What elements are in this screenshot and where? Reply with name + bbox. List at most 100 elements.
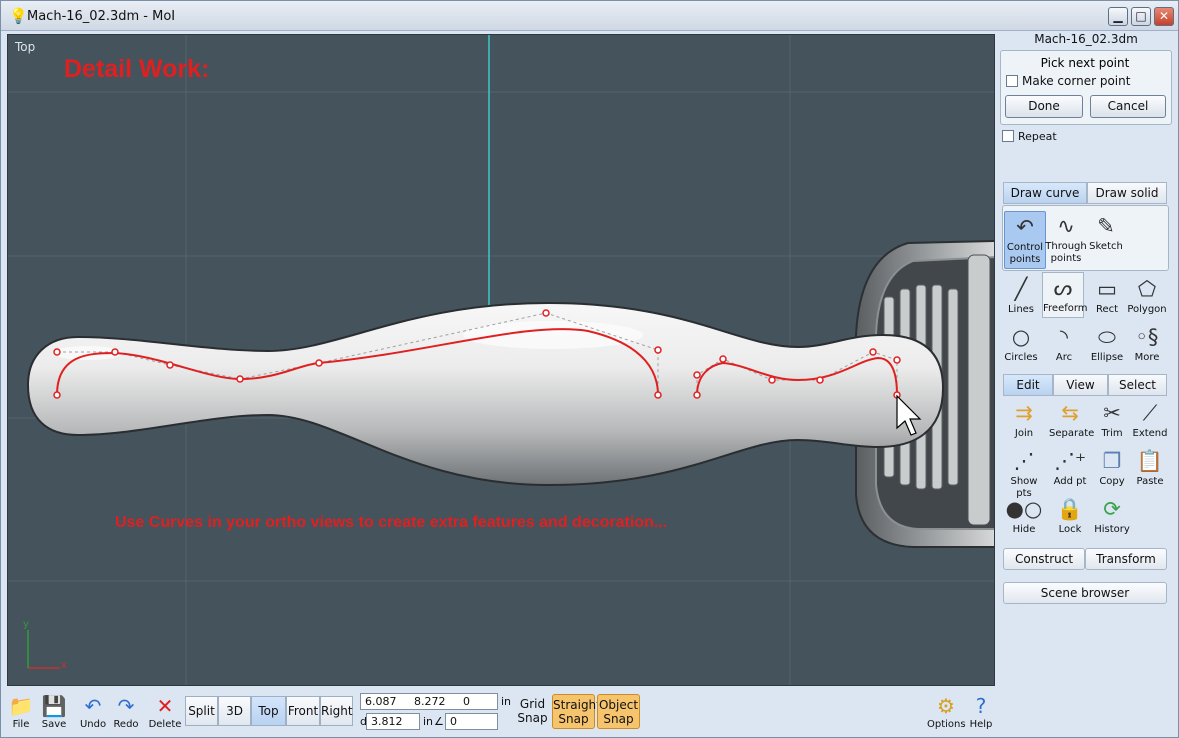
tab-draw-solid[interactable]: Draw solid bbox=[1087, 182, 1167, 204]
object-snap-toggle[interactable]: Object Snap bbox=[597, 694, 640, 729]
tool-separate[interactable]: ⇆ Separate bbox=[1049, 398, 1095, 444]
redo-button[interactable]: ↷ Redo bbox=[109, 693, 143, 730]
view-right-button[interactable]: Right bbox=[320, 696, 353, 726]
tool-polygon[interactable]: ⬠ Polygon bbox=[1126, 274, 1168, 320]
tool-label: Extend bbox=[1132, 428, 1168, 439]
extend-icon: ⟋ bbox=[1142, 401, 1158, 425]
tool-arc[interactable]: ◝ Arc bbox=[1043, 322, 1085, 368]
tool-freeform[interactable]: ᔕ Freeform bbox=[1042, 272, 1088, 318]
tool-rect[interactable]: ▭ Rect bbox=[1086, 274, 1128, 320]
checkbox-box[interactable] bbox=[1002, 130, 1014, 142]
close-button[interactable]: ✕ bbox=[1154, 7, 1174, 26]
tool-label: Lock bbox=[1058, 524, 1082, 535]
tool-through-points[interactable]: ∿ Through points bbox=[1045, 211, 1087, 269]
undo-button[interactable]: ↶ Undo bbox=[76, 693, 110, 730]
straight-snap-line1: Straight bbox=[553, 698, 601, 712]
tool-label: Separate bbox=[1049, 428, 1095, 439]
command-prompt: Pick next point bbox=[1040, 56, 1130, 70]
file-button[interactable]: 📁 File bbox=[4, 693, 38, 730]
tool-trim[interactable]: ✂ Trim bbox=[1091, 398, 1133, 444]
hide-icon: ●○ bbox=[1005, 497, 1043, 521]
done-button[interactable]: Done bbox=[1005, 95, 1083, 118]
view-front-button[interactable]: Front bbox=[286, 696, 320, 726]
folder-icon: 📁 bbox=[8, 694, 34, 718]
object-snap-line2: Snap bbox=[603, 712, 634, 726]
app-window: 💡 Mach-16_02.3dm - MoI ▁ □ ✕ Top Detail … bbox=[0, 0, 1179, 738]
add-point-icon: ⋰⁺ bbox=[1053, 449, 1087, 473]
maximize-button[interactable]: □ bbox=[1131, 7, 1151, 26]
copy-icon: ❐ bbox=[1102, 449, 1122, 473]
tool-history[interactable]: ⟳ History bbox=[1091, 494, 1133, 540]
sketch-icon: ✎ bbox=[1097, 214, 1115, 238]
delete-icon: ✕ bbox=[156, 694, 174, 718]
tool-lines[interactable]: ╱ Lines bbox=[1000, 274, 1042, 320]
command-options-box: Pick next point Make corner point Done C… bbox=[1000, 50, 1172, 125]
distance-unit: in bbox=[423, 715, 434, 728]
options-button[interactable]: ⚙ Options bbox=[927, 693, 966, 730]
tool-label: Circles bbox=[1004, 352, 1038, 363]
through-points-icon: ∿ bbox=[1057, 214, 1075, 238]
cancel-button[interactable]: Cancel bbox=[1090, 95, 1166, 118]
tool-lock[interactable]: 🔒 Lock bbox=[1049, 494, 1091, 540]
tool-show-points[interactable]: ⋰ Show pts bbox=[1003, 446, 1045, 499]
axis-x-label: x bbox=[61, 660, 67, 671]
tool-control-points[interactable]: ↶ Control points bbox=[1004, 211, 1046, 269]
tool-label: Lines bbox=[1007, 304, 1035, 315]
tool-label: Ellipse bbox=[1090, 352, 1124, 363]
save-button[interactable]: 💾 Save bbox=[37, 693, 71, 730]
checkbox-box[interactable] bbox=[1006, 75, 1018, 87]
delete-button[interactable]: ✕ Delete bbox=[148, 693, 182, 730]
more-icon: ◦§ bbox=[1135, 325, 1159, 349]
annotation-caption: Use Curves in your ortho views to create… bbox=[115, 514, 668, 531]
tool-label: Arc bbox=[1055, 352, 1073, 363]
redo-icon: ↷ bbox=[117, 694, 135, 718]
tool-paste[interactable]: 📋 Paste bbox=[1129, 446, 1171, 492]
tool-ellipse[interactable]: ⬭ Ellipse bbox=[1086, 322, 1128, 368]
repeat-checkbox[interactable]: Repeat bbox=[1002, 129, 1057, 143]
title-bar: 💡 Mach-16_02.3dm - MoI ▁ □ ✕ bbox=[1, 1, 1178, 31]
tool-label: Polygon bbox=[1127, 304, 1167, 315]
view-3d-button[interactable]: 3D bbox=[218, 696, 251, 726]
coord-y: 8.272 bbox=[414, 695, 446, 708]
grid-snap-toggle[interactable]: Grid Snap bbox=[511, 694, 554, 729]
top-viewport[interactable]: Top Detail Work: Use Curves in your orth… bbox=[7, 34, 995, 686]
construct-tab[interactable]: Construct bbox=[1003, 548, 1085, 570]
angle-input[interactable]: 0 bbox=[445, 713, 498, 730]
tool-join[interactable]: ⇉ Join bbox=[1003, 398, 1045, 444]
transform-tab[interactable]: Transform bbox=[1085, 548, 1167, 570]
tool-extend[interactable]: ⟋ Extend bbox=[1129, 398, 1171, 444]
arc-icon: ◝ bbox=[1059, 325, 1069, 349]
straight-snap-toggle[interactable]: Straight Snap bbox=[552, 694, 601, 729]
viewport-label[interactable]: Top bbox=[15, 40, 35, 54]
angle-symbol: ∠ bbox=[434, 715, 444, 728]
scene-browser-button[interactable]: Scene browser bbox=[1003, 582, 1167, 604]
help-icon: ? bbox=[975, 694, 987, 718]
tab-select[interactable]: Select bbox=[1108, 374, 1167, 396]
grid-snap-line1: Grid bbox=[519, 697, 546, 711]
distance-input[interactable]: 3.812 bbox=[366, 713, 420, 730]
minimize-button[interactable]: ▁ bbox=[1108, 7, 1128, 26]
tool-more[interactable]: ◦§ More bbox=[1126, 322, 1168, 368]
tab-draw-curve[interactable]: Draw curve bbox=[1003, 182, 1087, 204]
tool-circles[interactable]: ○ Circles bbox=[1000, 322, 1042, 368]
draw-tabs: Draw curve Draw solid bbox=[1003, 182, 1167, 204]
corner-point-checkbox[interactable]: Make corner point bbox=[1006, 74, 1130, 88]
viewport-canvas bbox=[8, 35, 994, 685]
tool-hide[interactable]: ●○ Hide bbox=[1003, 494, 1045, 540]
tool-copy[interactable]: ❐ Copy bbox=[1091, 446, 1133, 492]
undo-icon: ↶ bbox=[84, 694, 102, 718]
view-top-button[interactable]: Top bbox=[251, 696, 286, 726]
tool-label: Freeform bbox=[1043, 303, 1088, 314]
coordinate-input[interactable]: 6.087 8.272 0 bbox=[360, 693, 498, 710]
view-split-button[interactable]: Split bbox=[185, 696, 218, 726]
help-label: Help bbox=[969, 719, 993, 730]
tool-label: Add pt bbox=[1053, 476, 1087, 487]
tool-add-point[interactable]: ⋰⁺ Add pt bbox=[1049, 446, 1091, 492]
tab-edit[interactable]: Edit bbox=[1003, 374, 1053, 396]
tool-label: Rect bbox=[1095, 304, 1119, 315]
help-button[interactable]: ? Help bbox=[964, 693, 998, 730]
tab-view[interactable]: View bbox=[1053, 374, 1108, 396]
bottom-toolbar: 📁 File 💾 Save ↶ Undo ↷ Redo ✕ Delete Spl… bbox=[1, 689, 1178, 737]
save-label: Save bbox=[41, 719, 67, 730]
tool-sketch[interactable]: ✎ Sketch bbox=[1085, 211, 1127, 269]
